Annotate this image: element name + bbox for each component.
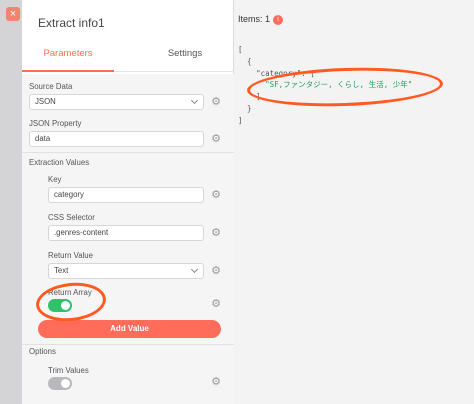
extraction-values-label: Extraction Values bbox=[29, 158, 90, 167]
tab-parameters[interactable]: Parameters bbox=[22, 40, 114, 72]
key-label: Key bbox=[48, 175, 62, 184]
node-parameters-panel: Extract info1 Parameters Settings Source… bbox=[22, 0, 234, 404]
key-input[interactable]: category bbox=[48, 187, 204, 203]
gear-icon[interactable]: ⚙ bbox=[210, 133, 222, 145]
json-property-label: JSON Property bbox=[29, 119, 82, 128]
add-value-button[interactable]: Add Value bbox=[38, 320, 221, 338]
source-data-label: Source Data bbox=[29, 82, 73, 91]
chevron-down-icon bbox=[190, 96, 199, 105]
json-line: } bbox=[247, 103, 252, 113]
json-output: [ { "category": [ "SF,ファンタジー, くらし, 生活, 少… bbox=[238, 44, 412, 127]
trim-values-toggle[interactable] bbox=[48, 377, 72, 390]
tab-bar: Parameters Settings bbox=[22, 40, 234, 72]
source-data-value: JSON bbox=[35, 97, 56, 106]
json-line: ] bbox=[256, 92, 261, 102]
json-line: [ bbox=[238, 45, 243, 54]
css-selector-input[interactable]: .genres-content bbox=[48, 225, 204, 241]
chevron-down-icon bbox=[190, 265, 199, 274]
output-panel: Items: 1i [ { "category": [ "SF,ファンタジー, … bbox=[234, 0, 474, 404]
return-value-label: Return Value bbox=[48, 251, 93, 260]
json-key: "category": [ bbox=[256, 68, 315, 78]
gear-icon[interactable]: ⚙ bbox=[210, 298, 222, 310]
gear-icon[interactable]: ⚙ bbox=[210, 227, 222, 239]
json-property-input[interactable]: data bbox=[29, 131, 204, 147]
tab-settings[interactable]: Settings bbox=[150, 40, 220, 72]
return-value-select[interactable]: Text bbox=[48, 263, 204, 279]
source-data-select[interactable]: JSON bbox=[29, 94, 204, 110]
info-icon[interactable]: i bbox=[273, 14, 284, 25]
close-icon[interactable]: × bbox=[6, 7, 20, 21]
options-label: Options bbox=[29, 347, 56, 356]
panel-title: Extract info1 bbox=[38, 16, 105, 30]
return-array-toggle[interactable] bbox=[48, 299, 72, 312]
json-line: ] bbox=[238, 115, 243, 125]
json-line: { bbox=[247, 56, 252, 66]
parameters-scroll-area: Source Data JSON ⚙ JSON Property data ⚙ … bbox=[22, 74, 234, 404]
gear-icon[interactable]: ⚙ bbox=[210, 189, 222, 201]
items-label: Items: 1 bbox=[238, 14, 271, 24]
json-value: "SF,ファンタジー, くらし, 生活, 少年" bbox=[265, 80, 413, 90]
gear-icon[interactable]: ⚙ bbox=[210, 376, 222, 388]
trim-values-label: Trim Values bbox=[48, 366, 89, 375]
canvas-background: × bbox=[0, 0, 22, 404]
return-value-value: Text bbox=[54, 266, 69, 275]
divider bbox=[22, 152, 234, 153]
gear-icon[interactable]: ⚙ bbox=[210, 265, 222, 277]
items-count: Items: 1i bbox=[238, 14, 284, 25]
return-array-label: Return Array bbox=[48, 288, 92, 297]
gear-icon[interactable]: ⚙ bbox=[210, 96, 222, 108]
css-selector-label: CSS Selector bbox=[48, 213, 95, 222]
divider bbox=[22, 344, 234, 345]
